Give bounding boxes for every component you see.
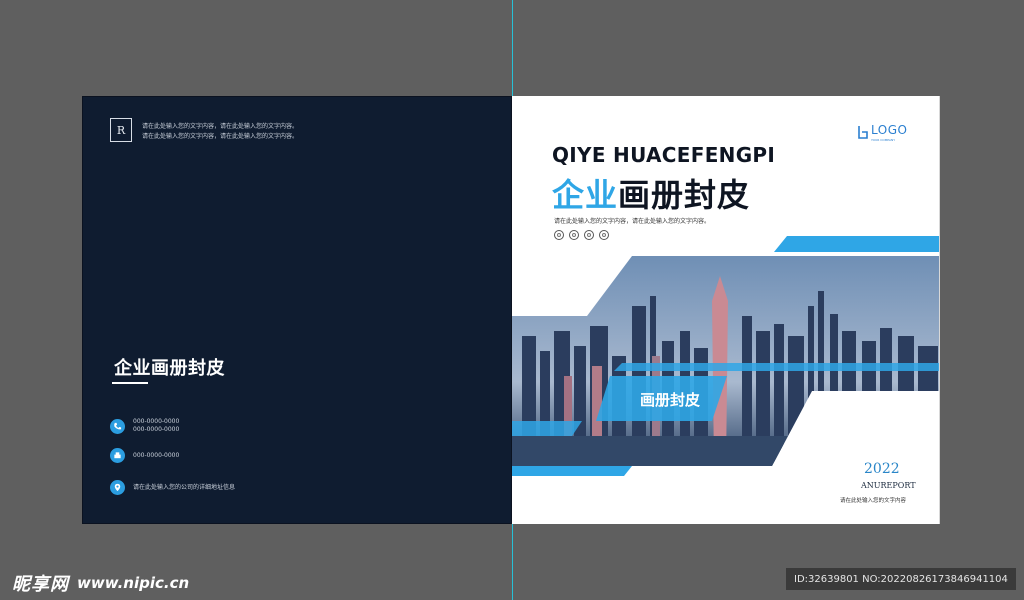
company-logo: LOGO YOUR COMPANY: [858, 123, 908, 142]
bottom-text: 请在此处输入您的文字内容: [840, 498, 907, 504]
phone-numbers: 000-0000-0000 000-0000-0000: [133, 418, 179, 434]
year: 2022: [864, 461, 900, 477]
phone-line-1: 000-0000-0000: [133, 418, 180, 425]
chinese-title: 企业画册封皮: [552, 170, 750, 216]
fax-number: 000-0000-0000: [133, 451, 180, 459]
title-rest: 画册封皮: [618, 176, 751, 214]
report-label: ANUREPORT: [861, 481, 916, 490]
header-line-2: 请在此处输入您的文字内容，请在此处输入您的文字内容。: [142, 133, 299, 140]
watermark-brand: 昵享网: [12, 574, 69, 595]
title-underline: [112, 382, 148, 384]
address-text: 请在此处输入您的公司的详细地址信息: [133, 483, 236, 491]
back-cover: R 请在此处输入您的文字内容，请在此处输入您的文字内容。 请在此处输入您的文字内…: [82, 96, 512, 524]
back-cover-title: 企业画册封皮: [114, 358, 225, 379]
subtitle: 请在此处输入您的文字内容，请在此处输入您的文字内容。: [554, 218, 711, 225]
top-accent-bar: [774, 236, 940, 252]
header-line-1: 请在此处输入您的文字内容，请在此处输入您的文字内容。: [142, 123, 299, 130]
logo-sub: YOUR COMPANY: [871, 138, 896, 142]
phone-icon: [110, 418, 125, 434]
contact-address: 请在此处输入您的公司的详细地址信息: [110, 480, 235, 495]
contact-phone: 000-0000-0000 000-0000-0000: [110, 418, 179, 434]
logo-word: LOGO: [871, 123, 908, 137]
watermark-url: www.nipic.cn: [77, 574, 190, 592]
location-pin-icon: [110, 480, 125, 495]
english-title: QIYE HUACEFENGPI: [552, 143, 776, 167]
contact-fax: 000-0000-0000: [110, 448, 179, 463]
city-skyline-image: 画册封皮: [512, 236, 940, 476]
header-text: 请在此处输入您的文字内容，请在此处输入您的文字内容。 请在此处输入您的文字内容，…: [142, 122, 298, 142]
watermark-left: 昵享网 www.nipic.cn: [12, 570, 189, 596]
front-cover: LOGO YOUR COMPANY QIYE HUACEFENGPI 企业画册封…: [512, 96, 940, 524]
phone-line-2: 000-0000-0000: [133, 426, 180, 433]
band-label: 画册封皮: [640, 391, 700, 409]
watermark-id: ID:32639801 NO:20220826173846941104: [786, 568, 1016, 590]
badge-logo: R: [110, 118, 132, 142]
fax-icon: [110, 448, 125, 463]
title-highlight: 企业: [552, 176, 619, 214]
logo-mark-icon: [858, 124, 868, 139]
